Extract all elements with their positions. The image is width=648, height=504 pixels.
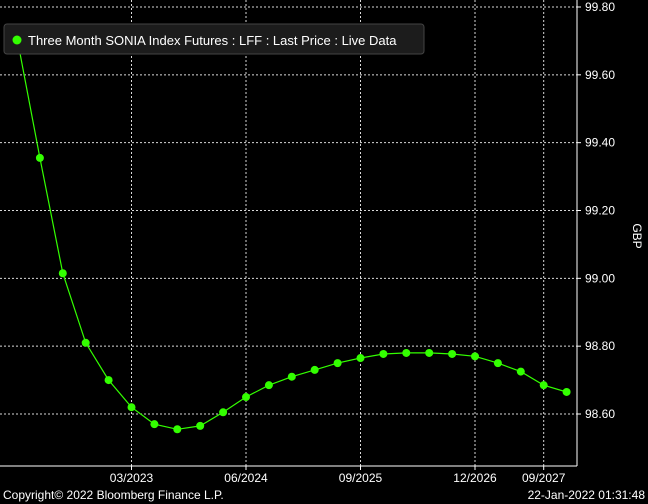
data-point (310, 365, 319, 374)
data-point (471, 352, 479, 361)
data-point (425, 348, 434, 357)
timestamp-footer: 22-Jan-2022 01:31:48 (528, 488, 646, 502)
data-point (58, 269, 67, 278)
data-point (539, 381, 548, 390)
y-tick-label: 99.20 (585, 204, 615, 218)
chart-background (0, 0, 648, 504)
data-point (333, 359, 342, 368)
data-point (493, 359, 502, 368)
data-point (448, 349, 457, 358)
data-point (219, 408, 228, 417)
x-tick-label: 06/2024 (224, 471, 268, 485)
data-point (264, 381, 273, 390)
x-tick-label: 12/2026 (453, 471, 497, 485)
copyright-footer: Copyright© 2022 Bloomberg Finance L.P. (3, 488, 224, 502)
y-tick-label: 98.60 (585, 407, 615, 421)
y-tick-label: 99.60 (585, 68, 615, 82)
price-chart: 98.60 98.80 99.00 99.20 99.40 99.60 99.80 03/2… (0, 0, 648, 504)
data-point (173, 425, 182, 434)
data-point (242, 393, 250, 402)
data-point (150, 420, 159, 429)
data-point (127, 403, 136, 412)
y-tick-label: 99.40 (585, 136, 615, 150)
data-point (287, 372, 296, 381)
data-point (516, 367, 525, 376)
y-axis-title: GBP (630, 223, 644, 248)
data-point (81, 338, 90, 347)
legend: Three Month SONIA Index Futures : LFF : … (3, 23, 425, 55)
data-point (196, 421, 205, 430)
data-point (356, 354, 365, 363)
data-point (402, 348, 411, 357)
x-tick-label: 09/2025 (339, 471, 383, 485)
legend-label: Three Month SONIA Index Futures : LFF : … (28, 33, 397, 48)
data-point (562, 387, 571, 396)
x-tick-label: 09/2027 (522, 471, 566, 485)
legend-marker-icon (12, 35, 22, 45)
data-point (379, 349, 388, 358)
y-tick-label: 98.80 (585, 339, 615, 353)
x-tick-label: 03/2023 (110, 471, 154, 485)
data-point (104, 376, 113, 385)
y-tick-label: 99.80 (585, 0, 615, 14)
y-tick-label: 99.00 (585, 271, 615, 285)
data-point (35, 153, 44, 162)
